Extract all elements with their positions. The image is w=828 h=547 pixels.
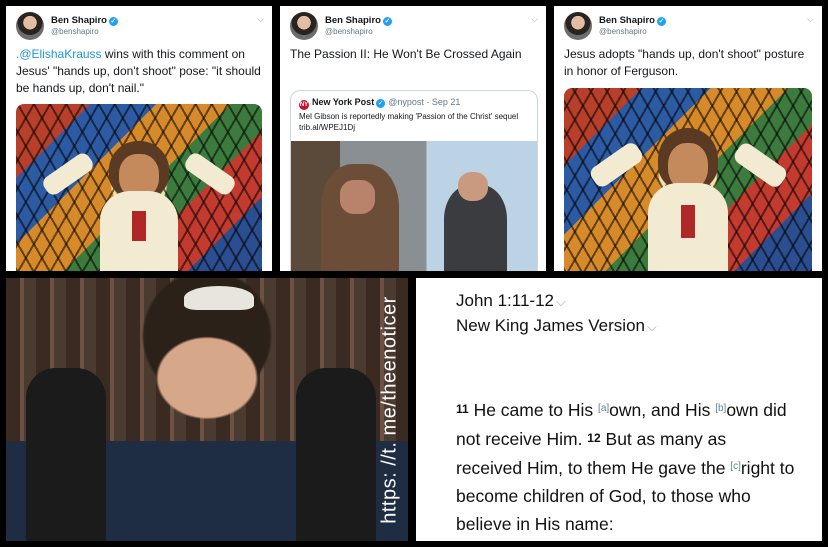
version-selector[interactable]: New King James Version ⌵ <box>456 316 657 336</box>
quoted-handle-date[interactable]: @nypost · Sep 21 <box>388 97 460 107</box>
passage-reference[interactable]: John 1:11-12 <box>456 291 554 310</box>
author-handle[interactable]: @benshapiro <box>51 27 99 36</box>
author-name-row[interactable]: Ben Shapiro ✓ <box>599 15 666 26</box>
passage-reference-selector[interactable]: John 1:11-12 ⌵ <box>456 291 566 311</box>
verse-text: 11 He came to His [a]own, and His [b]own… <box>456 395 796 538</box>
chevron-down-icon[interactable]: ⌵ <box>531 14 538 25</box>
author-name[interactable]: Ben Shapiro <box>325 15 381 26</box>
tweet-card-elishakrauss[interactable]: Ben Shapiro ✓ @benshapiro ⌵ .@ElishaKraus… <box>6 6 272 271</box>
author-handle[interactable]: @benshapiro <box>325 27 373 36</box>
verse-number: 12 <box>587 431 601 445</box>
verified-badge-icon: ✓ <box>656 17 666 26</box>
chair-left <box>26 368 106 541</box>
avatar[interactable] <box>16 12 44 40</box>
verified-badge-icon: ✓ <box>382 17 392 26</box>
quoted-tweet-card[interactable]: NY New York Post ✓ @nypost · Sep 21 Mel Gib… <box>290 90 538 271</box>
tweet-header: Ben Shapiro ✓ @benshapiro ⌵ <box>290 12 538 42</box>
quoted-text: Mel Gibson is reportedly making 'Passion… <box>299 112 519 132</box>
tweet-header: Ben Shapiro ✓ @benshapiro ⌵ <box>16 12 264 42</box>
avatar[interactable] <box>564 12 592 40</box>
tweet-text: Jesus adopts "hands up, don't shoot" pos… <box>564 47 805 78</box>
mention-link[interactable]: .@ElishaKrauss <box>16 47 102 61</box>
tweet-header: Ben Shapiro ✓ @benshapiro ⌵ <box>564 12 814 42</box>
watermark-text: https: //t. me/theenoticer <box>378 295 401 524</box>
verse-number: 11 <box>456 402 469 416</box>
portrait-photo: https: //t. me/theenoticer <box>6 278 408 541</box>
footnote-link[interactable]: [b] <box>715 403 726 414</box>
verified-badge-icon: ✓ <box>376 99 386 108</box>
tweet-text: .@ElishaKrauss wins with this comment on… <box>16 46 262 97</box>
verified-badge-icon: ✓ <box>108 17 118 26</box>
tweet-text: The Passion II: He Won't Be Crossed Agai… <box>290 47 522 61</box>
chevron-down-icon[interactable]: ⌵ <box>257 14 264 25</box>
quoted-header: NY New York Post ✓ @nypost · Sep 21 <box>299 97 531 110</box>
chevron-down-icon[interactable]: ⌵ <box>807 14 814 25</box>
quoted-author-name[interactable]: New York Post <box>312 97 374 107</box>
author-name[interactable]: Ben Shapiro <box>51 15 107 26</box>
chevron-down-icon[interactable]: ⌵ <box>556 294 566 309</box>
author-name-row[interactable]: Ben Shapiro ✓ <box>325 15 392 26</box>
avatar[interactable] <box>290 12 318 40</box>
stained-glass-jesus-image[interactable] <box>16 104 262 271</box>
stained-glass-jesus-image[interactable] <box>564 88 812 271</box>
kippah <box>184 286 254 310</box>
author-name[interactable]: Ben Shapiro <box>599 15 655 26</box>
version-name[interactable]: New King James Version <box>456 316 645 335</box>
bible-passage-panel: John 1:11-12 ⌵ New King James Version ⌵ 11… <box>416 278 822 541</box>
verse-segment: own, and His <box>609 400 716 420</box>
verse-segment: He came to His <box>473 400 599 420</box>
tweet-card-passion[interactable]: Ben Shapiro ✓ @benshapiro ⌵ The Passion I… <box>280 6 546 271</box>
watermark: https: //t. me/theenoticer <box>376 278 404 541</box>
chevron-down-icon[interactable]: ⌵ <box>647 319 657 334</box>
nypost-logo-icon: NY <box>299 100 309 110</box>
author-name-row[interactable]: Ben Shapiro ✓ <box>51 15 118 26</box>
footnote-link[interactable]: [c] <box>730 461 741 472</box>
chair-right <box>296 368 376 541</box>
passion-film-still-image[interactable] <box>291 141 537 271</box>
tweet-card-ferguson[interactable]: Ben Shapiro ✓ @benshapiro ⌵ Jesus adopts … <box>554 6 822 271</box>
footnote-link[interactable]: [a] <box>598 403 609 414</box>
author-handle[interactable]: @benshapiro <box>599 27 647 36</box>
